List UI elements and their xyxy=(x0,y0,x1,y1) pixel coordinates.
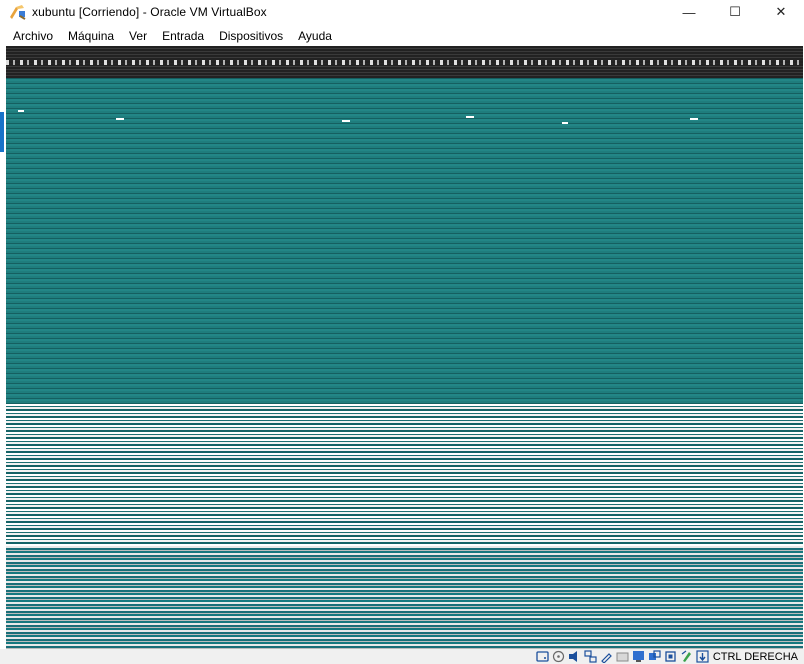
optical-drive-icon[interactable] xyxy=(552,650,565,663)
menu-dispositivos[interactable]: Dispositivos xyxy=(212,26,291,46)
virtualbox-app-icon xyxy=(8,3,28,21)
display-icon[interactable] xyxy=(632,650,645,663)
guest-artifact xyxy=(562,122,568,124)
hard-disk-icon[interactable] xyxy=(536,650,549,663)
cpu-icon[interactable] xyxy=(664,650,677,663)
guest-artifact xyxy=(18,110,24,112)
guest-artifact xyxy=(116,118,124,120)
guest-artifact xyxy=(690,118,698,120)
menu-entrada[interactable]: Entrada xyxy=(155,26,212,46)
guest-display[interactable] xyxy=(6,46,803,649)
menu-ver[interactable]: Ver xyxy=(122,26,155,46)
minimize-button[interactable]: — xyxy=(666,0,712,24)
video-capture-icon[interactable] xyxy=(648,650,661,663)
usb-icon[interactable] xyxy=(600,650,613,663)
network-icon[interactable] xyxy=(584,650,597,663)
guest-artifact xyxy=(342,120,350,122)
status-bar: CTRL DERECHA xyxy=(0,649,804,664)
guest-panel-bar xyxy=(6,46,803,78)
window-controls: — ☐ ✕ xyxy=(666,0,804,24)
window-title: xubuntu [Corriendo] - Oracle VM VirtualB… xyxy=(32,5,267,19)
maximize-button[interactable]: ☐ xyxy=(712,0,758,24)
menu-ayuda[interactable]: Ayuda xyxy=(291,26,340,46)
guest-artifact xyxy=(466,116,474,118)
shared-folders-icon[interactable] xyxy=(616,650,629,663)
menu-archivo[interactable]: Archivo xyxy=(6,26,61,46)
close-button[interactable]: ✕ xyxy=(758,0,804,24)
menu-bar: Archivo Máquina Ver Entrada Dispositivos… xyxy=(0,26,804,46)
audio-icon[interactable] xyxy=(568,650,581,663)
title-bar[interactable]: xubuntu [Corriendo] - Oracle VM VirtualB… xyxy=(0,0,804,24)
host-accent-strip xyxy=(0,112,4,152)
mouse-integration-icon[interactable] xyxy=(680,650,693,663)
host-key-label: CTRL DERECHA xyxy=(712,650,798,663)
menu-maquina[interactable]: Máquina xyxy=(61,26,122,46)
keyboard-icon[interactable] xyxy=(696,650,709,663)
virtualbox-window: xubuntu [Corriendo] - Oracle VM VirtualB… xyxy=(0,0,804,664)
guest-glitched-bottom xyxy=(6,546,803,649)
